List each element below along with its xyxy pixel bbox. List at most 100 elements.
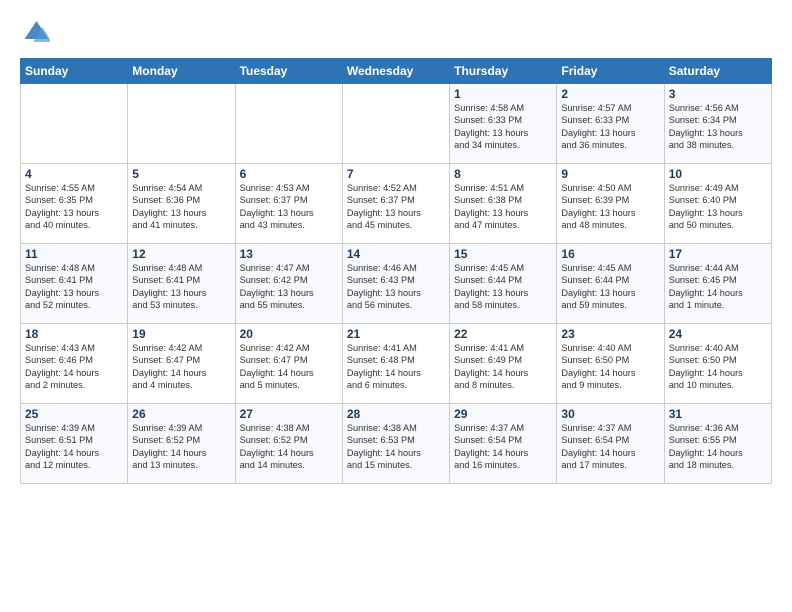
calendar-table: SundayMondayTuesdayWednesdayThursdayFrid… [20, 58, 772, 484]
day-number: 8 [454, 167, 552, 181]
weekday-header-saturday: Saturday [664, 59, 771, 84]
day-number: 27 [240, 407, 338, 421]
day-info: Sunrise: 4:53 AM Sunset: 6:37 PM Dayligh… [240, 182, 338, 232]
day-number: 19 [132, 327, 230, 341]
day-info: Sunrise: 4:51 AM Sunset: 6:38 PM Dayligh… [454, 182, 552, 232]
day-info: Sunrise: 4:36 AM Sunset: 6:55 PM Dayligh… [669, 422, 767, 472]
day-cell: 9Sunrise: 4:50 AM Sunset: 6:39 PM Daylig… [557, 164, 664, 244]
day-cell [235, 84, 342, 164]
day-cell: 1Sunrise: 4:58 AM Sunset: 6:33 PM Daylig… [450, 84, 557, 164]
day-cell: 14Sunrise: 4:46 AM Sunset: 6:43 PM Dayli… [342, 244, 449, 324]
day-info: Sunrise: 4:42 AM Sunset: 6:47 PM Dayligh… [240, 342, 338, 392]
day-info: Sunrise: 4:52 AM Sunset: 6:37 PM Dayligh… [347, 182, 445, 232]
day-number: 31 [669, 407, 767, 421]
day-info: Sunrise: 4:40 AM Sunset: 6:50 PM Dayligh… [561, 342, 659, 392]
calendar-header: SundayMondayTuesdayWednesdayThursdayFrid… [21, 59, 772, 84]
day-info: Sunrise: 4:45 AM Sunset: 6:44 PM Dayligh… [454, 262, 552, 312]
weekday-header-tuesday: Tuesday [235, 59, 342, 84]
day-number: 17 [669, 247, 767, 261]
day-info: Sunrise: 4:41 AM Sunset: 6:49 PM Dayligh… [454, 342, 552, 392]
week-row-3: 11Sunrise: 4:48 AM Sunset: 6:41 PM Dayli… [21, 244, 772, 324]
day-number: 5 [132, 167, 230, 181]
day-info: Sunrise: 4:45 AM Sunset: 6:44 PM Dayligh… [561, 262, 659, 312]
week-row-4: 18Sunrise: 4:43 AM Sunset: 6:46 PM Dayli… [21, 324, 772, 404]
day-cell [21, 84, 128, 164]
day-number: 11 [25, 247, 123, 261]
weekday-row: SundayMondayTuesdayWednesdayThursdayFrid… [21, 59, 772, 84]
day-info: Sunrise: 4:41 AM Sunset: 6:48 PM Dayligh… [347, 342, 445, 392]
day-info: Sunrise: 4:46 AM Sunset: 6:43 PM Dayligh… [347, 262, 445, 312]
logo-icon [20, 18, 50, 48]
day-cell: 27Sunrise: 4:38 AM Sunset: 6:52 PM Dayli… [235, 404, 342, 484]
day-info: Sunrise: 4:49 AM Sunset: 6:40 PM Dayligh… [669, 182, 767, 232]
day-cell: 17Sunrise: 4:44 AM Sunset: 6:45 PM Dayli… [664, 244, 771, 324]
day-cell: 11Sunrise: 4:48 AM Sunset: 6:41 PM Dayli… [21, 244, 128, 324]
day-cell: 19Sunrise: 4:42 AM Sunset: 6:47 PM Dayli… [128, 324, 235, 404]
day-cell: 7Sunrise: 4:52 AM Sunset: 6:37 PM Daylig… [342, 164, 449, 244]
calendar-body: 1Sunrise: 4:58 AM Sunset: 6:33 PM Daylig… [21, 84, 772, 484]
day-cell: 5Sunrise: 4:54 AM Sunset: 6:36 PM Daylig… [128, 164, 235, 244]
day-info: Sunrise: 4:39 AM Sunset: 6:52 PM Dayligh… [132, 422, 230, 472]
day-cell [342, 84, 449, 164]
day-info: Sunrise: 4:56 AM Sunset: 6:34 PM Dayligh… [669, 102, 767, 152]
weekday-header-thursday: Thursday [450, 59, 557, 84]
day-info: Sunrise: 4:55 AM Sunset: 6:35 PM Dayligh… [25, 182, 123, 232]
day-number: 26 [132, 407, 230, 421]
day-info: Sunrise: 4:40 AM Sunset: 6:50 PM Dayligh… [669, 342, 767, 392]
day-info: Sunrise: 4:57 AM Sunset: 6:33 PM Dayligh… [561, 102, 659, 152]
day-number: 16 [561, 247, 659, 261]
day-cell: 3Sunrise: 4:56 AM Sunset: 6:34 PM Daylig… [664, 84, 771, 164]
day-number: 25 [25, 407, 123, 421]
day-cell: 29Sunrise: 4:37 AM Sunset: 6:54 PM Dayli… [450, 404, 557, 484]
day-number: 23 [561, 327, 659, 341]
day-cell: 8Sunrise: 4:51 AM Sunset: 6:38 PM Daylig… [450, 164, 557, 244]
day-cell: 23Sunrise: 4:40 AM Sunset: 6:50 PM Dayli… [557, 324, 664, 404]
day-cell: 24Sunrise: 4:40 AM Sunset: 6:50 PM Dayli… [664, 324, 771, 404]
week-row-1: 1Sunrise: 4:58 AM Sunset: 6:33 PM Daylig… [21, 84, 772, 164]
weekday-header-sunday: Sunday [21, 59, 128, 84]
day-cell: 10Sunrise: 4:49 AM Sunset: 6:40 PM Dayli… [664, 164, 771, 244]
day-number: 7 [347, 167, 445, 181]
day-cell: 6Sunrise: 4:53 AM Sunset: 6:37 PM Daylig… [235, 164, 342, 244]
day-info: Sunrise: 4:37 AM Sunset: 6:54 PM Dayligh… [561, 422, 659, 472]
day-info: Sunrise: 4:50 AM Sunset: 6:39 PM Dayligh… [561, 182, 659, 232]
day-cell: 16Sunrise: 4:45 AM Sunset: 6:44 PM Dayli… [557, 244, 664, 324]
weekday-header-monday: Monday [128, 59, 235, 84]
day-cell: 30Sunrise: 4:37 AM Sunset: 6:54 PM Dayli… [557, 404, 664, 484]
day-info: Sunrise: 4:38 AM Sunset: 6:52 PM Dayligh… [240, 422, 338, 472]
day-number: 1 [454, 87, 552, 101]
day-info: Sunrise: 4:43 AM Sunset: 6:46 PM Dayligh… [25, 342, 123, 392]
day-number: 6 [240, 167, 338, 181]
day-cell: 12Sunrise: 4:48 AM Sunset: 6:41 PM Dayli… [128, 244, 235, 324]
day-number: 2 [561, 87, 659, 101]
day-cell: 28Sunrise: 4:38 AM Sunset: 6:53 PM Dayli… [342, 404, 449, 484]
day-info: Sunrise: 4:58 AM Sunset: 6:33 PM Dayligh… [454, 102, 552, 152]
day-cell: 18Sunrise: 4:43 AM Sunset: 6:46 PM Dayli… [21, 324, 128, 404]
day-number: 13 [240, 247, 338, 261]
day-info: Sunrise: 4:48 AM Sunset: 6:41 PM Dayligh… [25, 262, 123, 312]
day-info: Sunrise: 4:48 AM Sunset: 6:41 PM Dayligh… [132, 262, 230, 312]
day-info: Sunrise: 4:39 AM Sunset: 6:51 PM Dayligh… [25, 422, 123, 472]
day-number: 9 [561, 167, 659, 181]
weekday-header-wednesday: Wednesday [342, 59, 449, 84]
day-number: 12 [132, 247, 230, 261]
day-number: 18 [25, 327, 123, 341]
day-number: 24 [669, 327, 767, 341]
day-number: 29 [454, 407, 552, 421]
day-info: Sunrise: 4:54 AM Sunset: 6:36 PM Dayligh… [132, 182, 230, 232]
day-cell: 2Sunrise: 4:57 AM Sunset: 6:33 PM Daylig… [557, 84, 664, 164]
day-number: 20 [240, 327, 338, 341]
day-info: Sunrise: 4:38 AM Sunset: 6:53 PM Dayligh… [347, 422, 445, 472]
day-number: 3 [669, 87, 767, 101]
day-number: 4 [25, 167, 123, 181]
day-cell: 22Sunrise: 4:41 AM Sunset: 6:49 PM Dayli… [450, 324, 557, 404]
week-row-2: 4Sunrise: 4:55 AM Sunset: 6:35 PM Daylig… [21, 164, 772, 244]
day-number: 30 [561, 407, 659, 421]
day-cell: 26Sunrise: 4:39 AM Sunset: 6:52 PM Dayli… [128, 404, 235, 484]
day-cell: 25Sunrise: 4:39 AM Sunset: 6:51 PM Dayli… [21, 404, 128, 484]
day-number: 21 [347, 327, 445, 341]
day-number: 10 [669, 167, 767, 181]
week-row-5: 25Sunrise: 4:39 AM Sunset: 6:51 PM Dayli… [21, 404, 772, 484]
day-number: 14 [347, 247, 445, 261]
day-cell [128, 84, 235, 164]
